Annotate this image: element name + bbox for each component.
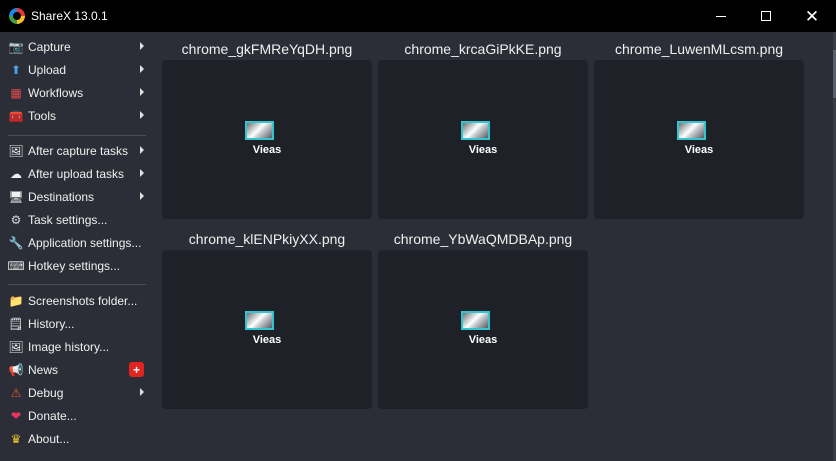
sidebar-item-label: About... bbox=[28, 432, 70, 446]
sidebar-menu: 📷 Capture ⬆ Upload ▦ Workflows 🧰 Tools 🖼… bbox=[0, 32, 152, 461]
thumbnail-area[interactable]: chrome_gkFMReYqDH.png Vieas chrome_krcaG… bbox=[152, 32, 836, 461]
title-bar[interactable]: ShareX 13.0.1 ✕ bbox=[0, 0, 836, 32]
sidebar-item-news[interactable]: 📢 News + bbox=[4, 359, 148, 381]
submenu-arrow-icon bbox=[140, 42, 144, 50]
sidebar-item-about[interactable]: ♛ About... bbox=[4, 428, 148, 450]
thumbnail-item[interactable]: chrome_krcaGiPkKE.png Vieas bbox=[378, 38, 588, 219]
sidebar-item-label: Upload bbox=[28, 63, 67, 77]
sidebar-item-donate[interactable]: ❤ Donate... bbox=[4, 405, 148, 427]
menu-divider bbox=[8, 135, 146, 136]
submenu-arrow-icon bbox=[140, 388, 144, 396]
crown-icon: ♛ bbox=[10, 432, 22, 446]
sidebar-item-label: Task settings... bbox=[28, 213, 108, 227]
cloud-upload-icon: ☁ bbox=[10, 167, 22, 181]
bug-icon: ⚠ bbox=[10, 386, 22, 400]
thumbnail-card[interactable]: Vieas bbox=[594, 60, 804, 219]
sidebar-item-debug[interactable]: ⚠ Debug bbox=[4, 382, 148, 404]
sidebar-item-workflows[interactable]: ▦ Workflows bbox=[4, 82, 148, 104]
sidebar-item-label: Capture bbox=[28, 40, 71, 54]
wrench-icon: 🔧 bbox=[8, 236, 24, 250]
close-button[interactable]: ✕ bbox=[789, 0, 835, 32]
thumbnail-status: Vieas bbox=[684, 144, 714, 156]
sharex-window: ShareX 13.0.1 ✕ 📷 Capture ⬆ Upload ▦ Wor… bbox=[0, 0, 836, 461]
sidebar-item-label: History... bbox=[28, 317, 75, 331]
menu-divider bbox=[8, 284, 146, 285]
thumbnail-status: Vieas bbox=[468, 144, 498, 156]
keyboard-icon: ⌨ bbox=[7, 259, 25, 273]
sharex-logo-icon bbox=[9, 8, 25, 24]
submenu-arrow-icon bbox=[140, 192, 144, 200]
history-icon: 🗒 bbox=[8, 317, 24, 331]
sidebar-item-image-history[interactable]: 🖼 Image history... bbox=[4, 336, 148, 358]
sidebar-item-label: After upload tasks bbox=[28, 167, 125, 181]
destinations-icon: 🖥 bbox=[8, 190, 24, 204]
thumbnail-card[interactable]: Vieas bbox=[378, 250, 588, 409]
maximize-button[interactable] bbox=[743, 0, 789, 32]
thumbnail-status: Vieas bbox=[468, 334, 498, 346]
thumbnail-item[interactable]: chrome_LuwenMLcsm.png Vieas bbox=[594, 38, 804, 219]
sidebar-item-label: Workflows bbox=[28, 86, 84, 100]
close-icon: ✕ bbox=[804, 6, 820, 26]
submenu-arrow-icon bbox=[140, 169, 144, 177]
thumbnail-item[interactable]: chrome_klENPkiyXX.png Vieas bbox=[162, 228, 372, 409]
thumbnail-status: Vieas bbox=[252, 144, 282, 156]
sidebar-item-history[interactable]: 🗒 History... bbox=[4, 313, 148, 335]
sidebar-item-label: After capture tasks bbox=[28, 144, 129, 158]
heart-icon: ❤ bbox=[10, 409, 22, 423]
megaphone-icon: 📢 bbox=[8, 363, 24, 377]
image-file-icon bbox=[461, 121, 490, 140]
image-file-icon bbox=[677, 121, 706, 140]
minimize-icon bbox=[716, 15, 726, 17]
thumbnail-card[interactable]: Vieas bbox=[162, 60, 372, 219]
sidebar-item-after-capture-tasks[interactable]: 🖼 After capture tasks bbox=[4, 140, 148, 162]
sidebar-item-after-upload-tasks[interactable]: ☁ After upload tasks bbox=[4, 163, 148, 185]
submenu-arrow-icon bbox=[140, 146, 144, 154]
thumbnail-filename: chrome_LuwenMLcsm.png bbox=[614, 41, 784, 57]
thumbnail-filename: chrome_YbWaQMDBAp.png bbox=[393, 231, 573, 247]
window-title: ShareX 13.0.1 bbox=[31, 9, 108, 23]
sidebar-item-hotkey-settings[interactable]: ⌨ Hotkey settings... bbox=[4, 255, 148, 277]
sidebar-item-label: Hotkey settings... bbox=[28, 259, 121, 273]
sidebar-item-label: Donate... bbox=[28, 409, 77, 423]
maximize-icon bbox=[761, 11, 771, 21]
thumbnail-card[interactable]: Vieas bbox=[378, 60, 588, 219]
toolbox-icon: 🧰 bbox=[8, 109, 24, 123]
folder-icon: 📁 bbox=[8, 294, 24, 308]
image-file-icon bbox=[245, 121, 274, 140]
news-badge: + bbox=[129, 362, 144, 377]
submenu-arrow-icon bbox=[140, 65, 144, 73]
sidebar-item-task-settings[interactable]: ⚙ Task settings... bbox=[4, 209, 148, 231]
sidebar-item-label: Application settings... bbox=[28, 236, 142, 250]
camera-icon: 📷 bbox=[8, 40, 24, 54]
sidebar-item-label: Screenshots folder... bbox=[28, 294, 138, 308]
gear-icon: ⚙ bbox=[10, 213, 22, 227]
sidebar-item-destinations[interactable]: 🖥 Destinations bbox=[4, 186, 148, 208]
thumbnail-item[interactable]: chrome_YbWaQMDBAp.png Vieas bbox=[378, 228, 588, 409]
sidebar-item-tools[interactable]: 🧰 Tools bbox=[4, 105, 148, 127]
workflows-grid-icon: ▦ bbox=[10, 86, 22, 100]
sidebar-item-label: Image history... bbox=[28, 340, 110, 354]
thumbnail-filename: chrome_krcaGiPkKE.png bbox=[404, 41, 562, 57]
image-file-icon bbox=[461, 311, 490, 330]
sidebar-item-label: Destinations bbox=[28, 190, 95, 204]
sidebar-item-upload[interactable]: ⬆ Upload bbox=[4, 59, 148, 81]
thumbnail-filename: chrome_klENPkiyXX.png bbox=[188, 231, 346, 247]
thumbnail-item[interactable]: chrome_gkFMReYqDH.png Vieas bbox=[162, 38, 372, 219]
submenu-arrow-icon bbox=[140, 88, 144, 96]
thumbnail-filename: chrome_gkFMReYqDH.png bbox=[181, 41, 353, 57]
after-capture-icon: 🖼 bbox=[8, 144, 24, 158]
image-file-icon bbox=[245, 311, 274, 330]
sidebar-item-capture[interactable]: 📷 Capture bbox=[4, 36, 148, 58]
thumbnail-card[interactable]: Vieas bbox=[162, 250, 372, 409]
image-history-icon: 🖼 bbox=[8, 340, 24, 354]
upload-arrow-icon: ⬆ bbox=[10, 63, 22, 77]
submenu-arrow-icon bbox=[140, 111, 144, 119]
thumbnail-status: Vieas bbox=[252, 334, 282, 346]
sidebar-item-label: Debug bbox=[28, 386, 64, 400]
sidebar-item-screenshots-folder[interactable]: 📁 Screenshots folder... bbox=[4, 290, 148, 312]
sidebar-item-label: Tools bbox=[28, 109, 57, 123]
sidebar-item-label: News bbox=[28, 363, 59, 377]
minimize-button[interactable] bbox=[698, 0, 744, 32]
sidebar-item-application-settings[interactable]: 🔧 Application settings... bbox=[4, 232, 148, 254]
